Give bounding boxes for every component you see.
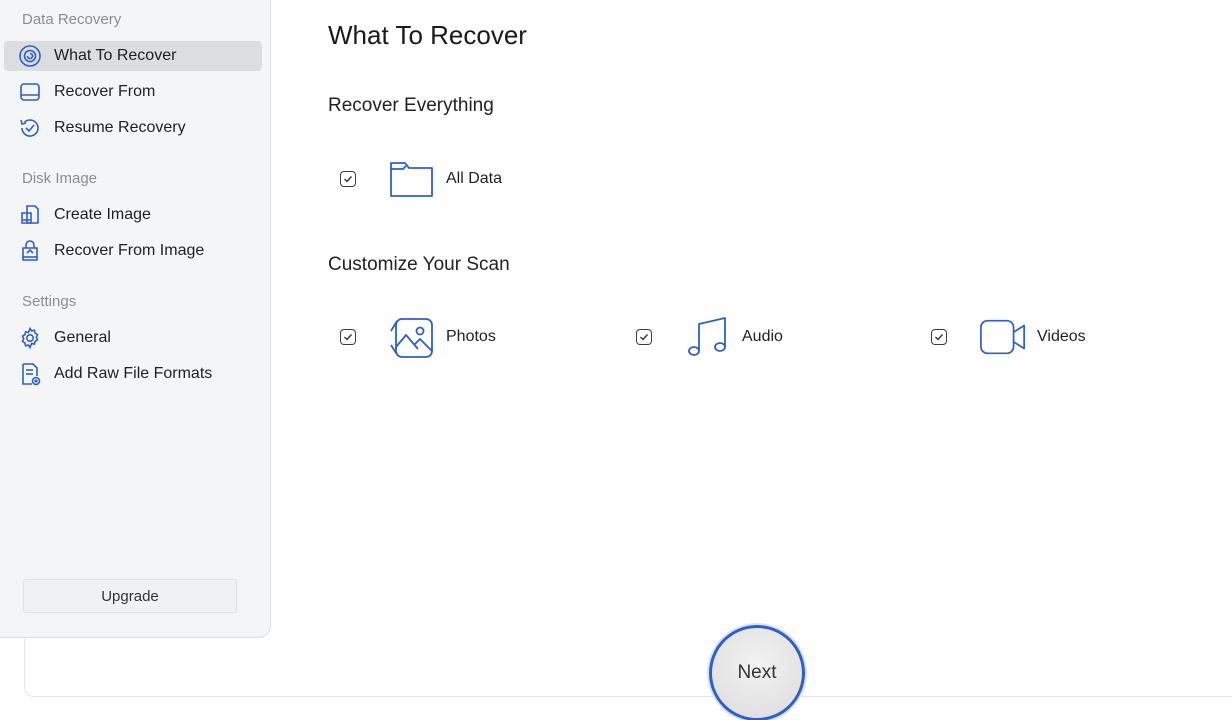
video-camera-icon — [979, 313, 1027, 361]
sidebar-item-label: What To Recover — [54, 47, 177, 64]
sidebar-item-label: Recover From Image — [54, 242, 205, 259]
videos-checkbox[interactable] — [931, 329, 947, 345]
create-image-icon — [17, 202, 43, 228]
photos-checkbox[interactable] — [340, 329, 356, 345]
section-title-settings: Settings — [22, 293, 77, 310]
option-label: All Data — [446, 170, 503, 187]
customize-scan-heading: Customize Your Scan — [328, 254, 510, 275]
drive-icon — [17, 79, 43, 105]
sidebar-item-what-to-recover[interactable]: What To Recover — [4, 41, 262, 71]
add-file-icon — [17, 361, 43, 387]
upgrade-button[interactable]: Upgrade — [23, 579, 237, 613]
audio-checkbox[interactable] — [636, 329, 652, 345]
target-disc-icon — [17, 43, 43, 69]
section-title-data-recovery: Data Recovery — [22, 11, 122, 28]
all-data-checkbox[interactable] — [340, 171, 356, 187]
sidebar-item-create-image[interactable]: Create Image — [4, 200, 262, 230]
folder-icon — [388, 155, 436, 203]
music-note-icon — [684, 313, 732, 361]
sidebar-item-general[interactable]: General — [4, 323, 262, 353]
sidebar-item-label: Recover From — [54, 83, 156, 100]
sidebar-item-add-raw-file-formats[interactable]: Add Raw File Formats — [4, 359, 262, 389]
option-all-data[interactable]: All Data — [340, 155, 502, 203]
option-photos[interactable]: Photos — [340, 313, 496, 361]
sidebar-item-recover-from-image[interactable]: Recover From Image — [4, 236, 262, 266]
recover-image-icon — [17, 238, 43, 264]
photos-icon — [388, 313, 436, 361]
sidebar-item-label: Resume Recovery — [54, 119, 186, 136]
gear-icon — [17, 325, 43, 351]
resume-check-icon — [17, 115, 43, 141]
sidebar: Data Recovery What To Recover Recover Fr… — [0, 0, 271, 638]
option-label: Photos — [446, 328, 496, 345]
sidebar-item-label: General — [54, 329, 111, 346]
sidebar-item-resume-recovery[interactable]: Resume Recovery — [4, 113, 262, 143]
page-title: What To Recover — [328, 20, 527, 50]
section-title-disk-image: Disk Image — [22, 170, 98, 187]
option-label: Audio — [742, 328, 783, 345]
recover-everything-heading: Recover Everything — [328, 95, 494, 116]
sidebar-item-label: Create Image — [54, 206, 151, 223]
option-audio[interactable]: Audio — [636, 313, 783, 361]
option-videos[interactable]: Videos — [931, 313, 1086, 361]
option-label: Videos — [1037, 328, 1086, 345]
next-button[interactable]: Next — [709, 625, 805, 720]
sidebar-item-label: Add Raw File Formats — [54, 365, 213, 382]
sidebar-item-recover-from[interactable]: Recover From — [4, 77, 262, 107]
